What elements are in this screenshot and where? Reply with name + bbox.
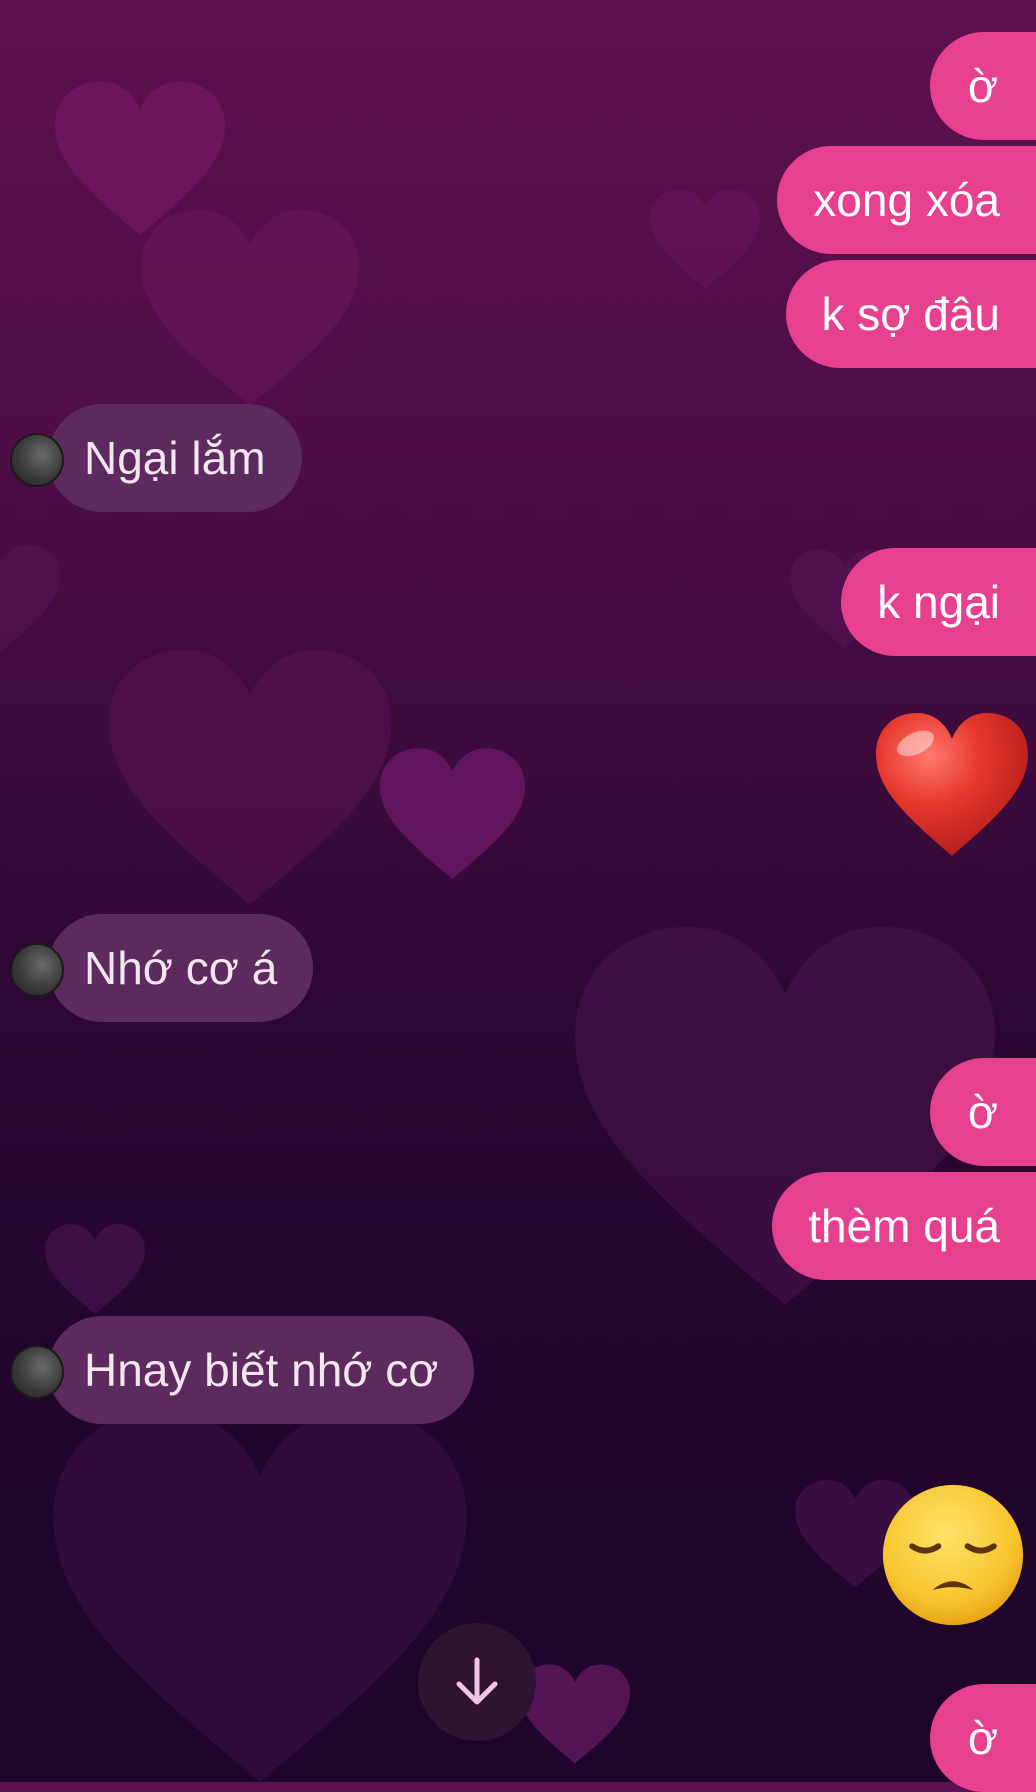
disappointed-face-emoji[interactable] [880, 1482, 1026, 1633]
scroll-to-bottom-button[interactable] [418, 1623, 536, 1741]
sent-message-bubble[interactable]: ờ [930, 32, 1036, 140]
message-text: k sợ đâu [821, 288, 1000, 340]
message-text: k ngại [877, 576, 1000, 628]
message-text: ờ [967, 60, 999, 112]
sent-message-bubble[interactable]: thèm quá [772, 1172, 1036, 1280]
message-text: Nhớ cơ á [84, 942, 278, 994]
message-text: xong xóa [813, 174, 1000, 226]
avatar[interactable] [10, 943, 64, 997]
sent-message-bubble[interactable]: ờ [930, 1684, 1036, 1792]
message-text: thèm quá [808, 1200, 1000, 1252]
message-text: ờ [967, 1086, 999, 1138]
sent-message-bubble[interactable]: k ngại [841, 548, 1036, 656]
received-message-bubble[interactable]: Hnay biết nhớ cơ [10, 1316, 475, 1424]
heart-emoji[interactable] [876, 712, 1028, 865]
sent-message-bubble[interactable]: k sợ đâu [785, 260, 1036, 368]
received-message-bubble[interactable]: Ngại lắm [10, 404, 302, 512]
sent-message-bubble[interactable]: ờ [930, 1058, 1036, 1166]
avatar[interactable] [10, 433, 64, 487]
received-message-bubble[interactable]: Nhớ cơ á [10, 914, 314, 1022]
avatar[interactable] [10, 1345, 64, 1399]
arrow-down-icon [456, 1657, 498, 1705]
message-thread: ờ xong xóa k sợ đâu Ngại lắm k ngại Nhớ [0, 0, 1036, 1792]
sent-message-bubble[interactable]: xong xóa [777, 146, 1036, 254]
message-text: Hnay biết nhớ cơ [84, 1344, 439, 1396]
message-text: Ngại lắm [84, 432, 266, 484]
message-text: ờ [967, 1712, 999, 1764]
